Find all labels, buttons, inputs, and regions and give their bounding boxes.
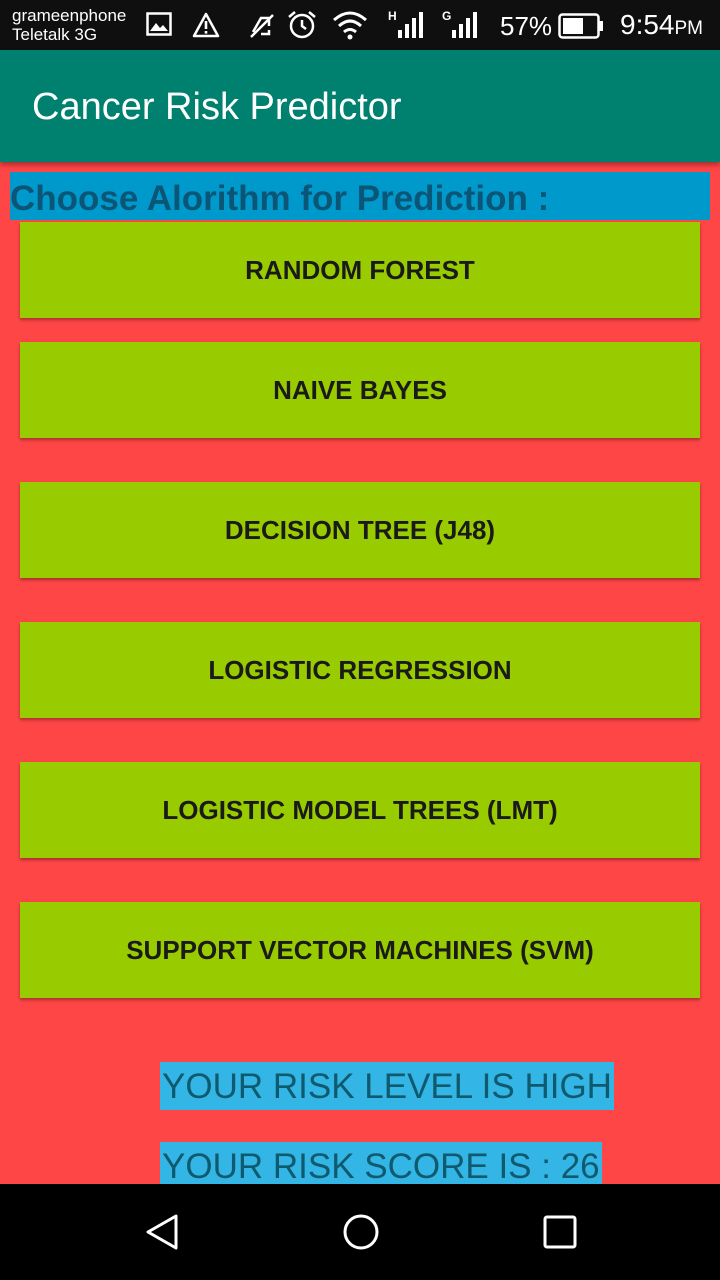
recents-icon[interactable] (540, 1212, 580, 1252)
random-forest-button[interactable]: RANDOM FOREST (20, 222, 700, 318)
battery-icon (558, 13, 603, 39)
app-title: Cancer Risk Predictor (32, 86, 402, 128)
algorithm-heading: Choose Alorithm for Prediction : (10, 172, 710, 220)
signal-icon: G (442, 9, 477, 38)
main-content[interactable]: Choose Alorithm for Prediction : RANDOM … (0, 162, 720, 1184)
warning-icon (192, 12, 220, 38)
carrier-info: grameenphone Teletalk 3G (12, 6, 126, 44)
vibrate-off-icon (250, 14, 274, 38)
logistic-model-trees-button[interactable]: LOGISTIC MODEL TREES (LMT) (20, 762, 700, 858)
wifi-icon (333, 11, 367, 40)
alarm-icon (288, 11, 316, 39)
decision-tree-button[interactable]: DECISION TREE (J48) (20, 482, 700, 578)
image-icon (146, 12, 172, 36)
risk-score-text: YOUR RISK SCORE IS : 26 (160, 1142, 602, 1184)
navigation-bar (0, 1184, 720, 1280)
risk-level-text: YOUR RISK LEVEL IS HIGH (160, 1062, 614, 1110)
signal-2-type: G (442, 9, 451, 23)
logistic-regression-button[interactable]: LOGISTIC REGRESSION (20, 622, 700, 718)
status-bar: grameenphone Teletalk 3G H G 57% 9:54PM (0, 0, 720, 50)
svm-button[interactable]: SUPPORT VECTOR MACHINES (SVM) (20, 902, 700, 998)
clock: 9:54PM (620, 9, 703, 45)
carrier-secondary: Teletalk 3G (12, 25, 98, 44)
signal-icon: H (388, 9, 423, 38)
naive-bayes-button[interactable]: NAIVE BAYES (20, 342, 700, 438)
carrier-primary: grameenphone (12, 6, 127, 25)
home-icon[interactable] (341, 1212, 381, 1252)
clock-time: 9:54 (620, 9, 675, 40)
signal-1-type: H (388, 9, 397, 23)
clock-ampm: PM (674, 18, 704, 39)
battery-percent: 57% (500, 11, 553, 41)
back-icon[interactable] (142, 1212, 182, 1252)
app-bar: Cancer Risk Predictor (0, 50, 720, 162)
